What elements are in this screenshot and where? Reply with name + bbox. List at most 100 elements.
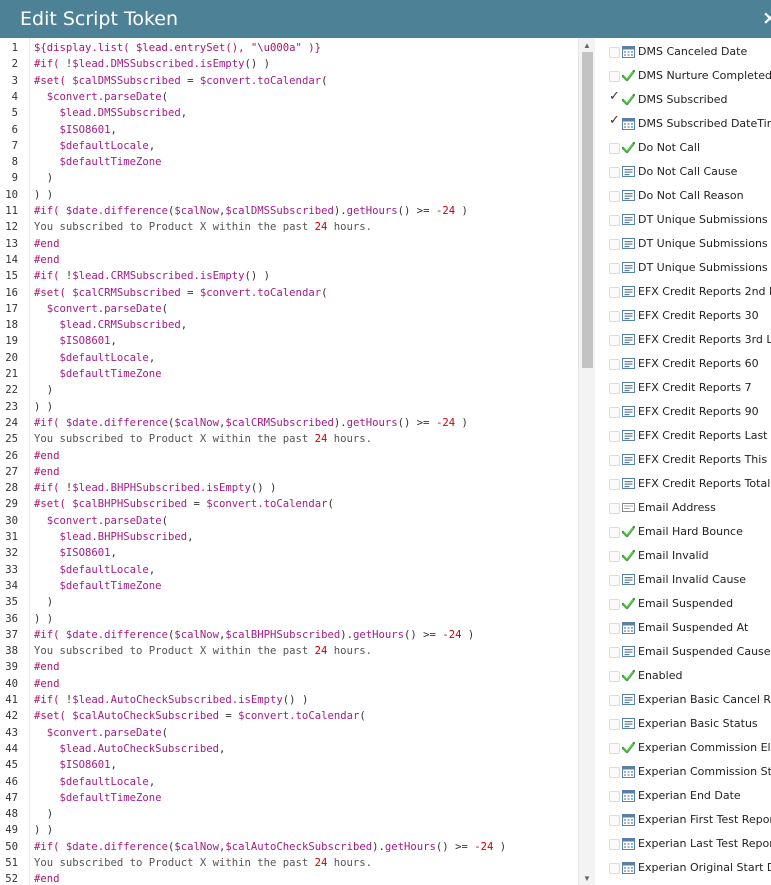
code-line[interactable]: 8 $defaultTimeZone — [0, 154, 580, 170]
code-line[interactable]: 26 #end — [0, 448, 580, 464]
field-checkbox[interactable] — [609, 407, 620, 418]
scrollbar-thumb[interactable] — [582, 52, 593, 368]
code-line[interactable]: 27 #end — [0, 464, 580, 480]
code-line[interactable]: 30 $convert.parseDate( — [0, 513, 580, 529]
field-list-item[interactable]: ✓ DMS Subscribed — [596, 88, 771, 112]
field-list-item[interactable]: EFX Credit Reports Total — [596, 472, 771, 496]
scroll-up-arrow-icon[interactable]: ▲ — [579, 41, 595, 50]
field-checkbox[interactable] — [609, 455, 620, 466]
field-list-item[interactable]: Email Address — [596, 496, 771, 520]
field-checkbox[interactable] — [609, 815, 620, 826]
field-checkbox[interactable] — [609, 335, 620, 346]
field-checkbox[interactable] — [609, 767, 620, 778]
code-line[interactable]: 25 You subscribed to Product X within the… — [0, 431, 580, 447]
code-line[interactable]: 46 $defaultLocale, — [0, 774, 580, 790]
code-line[interactable]: 52 #end — [0, 871, 580, 885]
code-line[interactable]: 21 $defaultTimeZone — [0, 366, 580, 382]
code-line[interactable]: 48 ) — [0, 806, 580, 822]
field-list-item[interactable]: EFX Credit Reports Last Mon — [596, 424, 771, 448]
field-list-item[interactable]: Email Hard Bounce — [596, 520, 771, 544]
field-list-item[interactable]: EFX Credit Reports 90 — [596, 400, 771, 424]
field-checkbox[interactable] — [609, 791, 620, 802]
field-list-item[interactable]: DT Unique Submissions Last — [596, 208, 771, 232]
field-checkbox[interactable] — [609, 527, 620, 538]
field-list-item[interactable]: DT Unique Submissions This — [596, 232, 771, 256]
code-line[interactable]: 23) ) — [0, 399, 580, 415]
field-checkbox[interactable] — [609, 71, 620, 82]
field-list-item[interactable]: Email Suspended At — [596, 616, 771, 640]
field-checkbox[interactable] — [609, 575, 620, 586]
code-line[interactable]: 34 $defaultTimeZone — [0, 578, 580, 594]
field-list-item[interactable]: Enabled — [596, 664, 771, 688]
code-line[interactable]: 51 You subscribed to Product X within the… — [0, 855, 580, 871]
code-line[interactable]: 33 $defaultLocale, — [0, 562, 580, 578]
code-line[interactable]: 4 $convert.parseDate( — [0, 89, 580, 105]
field-checkbox[interactable] — [609, 551, 620, 562]
close-icon[interactable]: × — [762, 7, 771, 29]
code-line[interactable]: 9 ) — [0, 170, 580, 186]
code-line[interactable]: 19 $ISO8601, — [0, 333, 580, 349]
field-list-item[interactable]: Experian Basic Status — [596, 712, 771, 736]
code-line[interactable]: 42 #set( $calAutoCheckSubscribed = $conve… — [0, 708, 580, 724]
code-line[interactable]: 38 You subscribed to Product X within the… — [0, 643, 580, 659]
code-line[interactable]: 35 ) — [0, 594, 580, 610]
code-line[interactable]: 14 #end — [0, 252, 580, 268]
code-line[interactable]: 41 #if( !$lead.AutoCheckSubscribed.isEmpt… — [0, 692, 580, 708]
code-line[interactable]: 16 #set( $calCRMSubscribed = $convert.toC… — [0, 285, 580, 301]
code-line[interactable]: 20 $defaultLocale, — [0, 350, 580, 366]
field-list-item[interactable]: DMS Canceled Date — [596, 40, 771, 64]
code-line[interactable]: 50 #if( $date.difference($calNow,$calAuto… — [0, 839, 580, 855]
field-checkbox[interactable] — [609, 839, 620, 850]
field-list-item[interactable]: Do Not Call Cause — [596, 160, 771, 184]
field-checkbox[interactable] — [609, 143, 620, 154]
code-line[interactable]: 39 #end — [0, 659, 580, 675]
field-checkbox[interactable] — [609, 311, 620, 322]
field-checkbox[interactable] — [609, 599, 620, 610]
field-list-item[interactable]: DMS Nurture Completed — [596, 64, 771, 88]
field-list-item[interactable]: DT Unique Submissions Total — [596, 256, 771, 280]
field-checkbox[interactable] — [609, 623, 620, 634]
code-line[interactable]: 5 $lead.DMSSubscribed, — [0, 105, 580, 121]
field-list-item[interactable]: Email Suspended — [596, 592, 771, 616]
field-list-item[interactable]: Experian Basic Cancel Reaso — [596, 688, 771, 712]
code-line[interactable]: 22 ) — [0, 382, 580, 398]
field-list-item[interactable]: EFX Credit Reports This Mon — [596, 448, 771, 472]
field-list-item[interactable]: Experian Commission Start — [596, 760, 771, 784]
field-list-item[interactable]: EFX Credit Reports 2nd Last — [596, 280, 771, 304]
field-list-item[interactable]: Experian End Date — [596, 784, 771, 808]
code-line[interactable]: 18 $lead.CRMSubscribed, — [0, 317, 580, 333]
field-list-item[interactable]: Email Suspended Cause — [596, 640, 771, 664]
code-line[interactable]: 49) ) — [0, 822, 580, 838]
script-code-editor[interactable]: 1 ${display.list( $lead.entrySet(), "\u00… — [0, 38, 580, 885]
code-line[interactable]: 24 #if( $date.difference($calNow,$calCRMS… — [0, 415, 580, 431]
field-checkbox[interactable] — [609, 719, 620, 730]
code-line[interactable]: 37 #if( $date.difference($calNow,$calBHPH… — [0, 627, 580, 643]
field-checkbox[interactable] — [609, 287, 620, 298]
field-list-item[interactable]: Do Not Call — [596, 136, 771, 160]
scroll-down-arrow-icon[interactable]: ▼ — [579, 874, 595, 883]
field-checkbox[interactable] — [609, 503, 620, 514]
field-checkbox[interactable] — [609, 479, 620, 490]
field-list-item[interactable]: Experian Original Start Date — [596, 856, 771, 880]
code-line[interactable]: 36) ) — [0, 611, 580, 627]
field-list-item[interactable]: EFX Credit Reports 3rd Last — [596, 328, 771, 352]
field-checkbox[interactable] — [609, 743, 620, 754]
code-line[interactable]: 44 $lead.AutoCheckSubscribed, — [0, 741, 580, 757]
field-list-item[interactable]: Email Invalid — [596, 544, 771, 568]
field-list-item[interactable]: EFX Credit Reports 60 — [596, 352, 771, 376]
field-checkbox[interactable] — [609, 359, 620, 370]
field-list-item[interactable]: EFX Credit Reports 30 — [596, 304, 771, 328]
editor-scrollbar[interactable]: ▲ ▼ — [578, 38, 595, 885]
field-checkbox[interactable] — [609, 191, 620, 202]
code-line[interactable]: 17 $convert.parseDate( — [0, 301, 580, 317]
code-line[interactable]: 11 #if( $date.difference($calNow,$calDMSS… — [0, 203, 580, 219]
field-checkbox[interactable] — [609, 167, 620, 178]
code-line[interactable]: 3 #set( $calDMSSubscribed = $convert.toCa… — [0, 73, 580, 89]
field-checkbox[interactable] — [609, 431, 620, 442]
code-line[interactable]: 12 You subscribed to Product X within the… — [0, 219, 580, 235]
field-list-item[interactable]: Email Invalid Cause — [596, 568, 771, 592]
field-list-item[interactable]: Experian Commission Eligibl — [596, 736, 771, 760]
code-line[interactable]: 7 $defaultLocale, — [0, 138, 580, 154]
code-line[interactable]: 15 #if( !$lead.CRMSubscribed.isEmpty() ) — [0, 268, 580, 284]
code-line[interactable]: 32 $ISO8601, — [0, 545, 580, 561]
